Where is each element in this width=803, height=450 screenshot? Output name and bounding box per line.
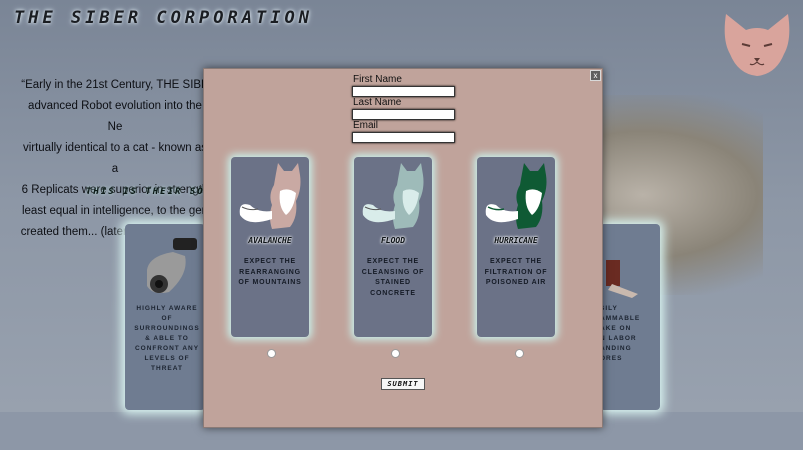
intro-line: virtually identical to a cat - known as … xyxy=(22,142,208,175)
card-text-line: AMMABLE xyxy=(600,315,641,322)
option-name: FLOOD xyxy=(380,236,406,245)
email-input[interactable] xyxy=(352,132,455,143)
card-text-line: SURROUNDINGS xyxy=(134,325,200,332)
card-text-line: N LABOR xyxy=(600,335,637,342)
option-card-hurricane[interactable]: HURRICANE EXPECT THE FILTRATION OF POISO… xyxy=(477,157,555,337)
card-text-line: OF xyxy=(161,315,173,322)
first-name-input[interactable] xyxy=(352,86,455,97)
security-camera-icon xyxy=(147,238,197,294)
cat-tail xyxy=(239,204,272,223)
card-text-line: HIGHLY AWARE xyxy=(136,305,198,312)
card-text-line: CONFRONT ANY xyxy=(134,345,200,352)
card-text-line: AKE ON xyxy=(600,325,632,332)
intro-line: advanced Robot evolution into the Ne xyxy=(28,100,202,133)
radio-avalanche[interactable] xyxy=(267,349,276,358)
card-text-line: LEVELS OF xyxy=(144,355,190,362)
cat-icon xyxy=(362,163,424,229)
card-text-line: THREAT xyxy=(151,365,183,372)
intro-line: least equal in intelligence, to the gen xyxy=(21,205,209,217)
background-card-right: SILY AMMABLE AKE ON N LABOR ANDING ORES xyxy=(600,224,660,410)
cat-icon xyxy=(239,163,301,229)
option-description: EXPECT THE FILTRATION OF POISONED AIR xyxy=(484,258,548,286)
intro-line: “Early in the 21st Century, THE SIBE xyxy=(21,79,209,91)
cat-tail xyxy=(362,204,395,223)
cat-icon xyxy=(485,163,547,229)
background-card-left: HIGHLY AWARE OF SURROUNDINGS & ABLE TO C… xyxy=(125,224,205,410)
radio-hurricane[interactable] xyxy=(515,349,524,358)
card-text-line: & ABLE TO xyxy=(145,335,189,342)
card-text-line: ORES xyxy=(600,355,623,362)
robot-hand-icon xyxy=(606,260,638,298)
last-name-label: Last Name xyxy=(353,97,402,108)
email-label: Email xyxy=(353,120,379,131)
option-description: EXPECT THE CLEANSING OF STAINED CONCRETE xyxy=(361,258,425,297)
site-title: THE SIBER CORPORATION xyxy=(14,8,313,28)
option-card-avalanche[interactable]: AVALANCHE EXPECT THE REARRANGING OF MOUN… xyxy=(231,157,309,337)
option-name: AVALANCHE xyxy=(248,236,292,245)
last-name-input[interactable] xyxy=(352,109,455,120)
first-name-label: First Name xyxy=(353,74,402,85)
radio-flood[interactable] xyxy=(391,349,400,358)
cat-logo-icon[interactable] xyxy=(722,10,792,78)
card-text-line: SILY xyxy=(600,305,618,312)
submit-button[interactable]: SUBMIT xyxy=(381,378,425,390)
card-text-line: ANDING xyxy=(600,345,632,352)
close-button[interactable]: x xyxy=(590,70,601,81)
option-name: HURRICANE xyxy=(494,236,538,245)
intro-text: “Early in the 21st Century, THE SIBE adv… xyxy=(20,75,210,243)
signup-modal: x First Name Last Name Email AVALANCHE E… xyxy=(203,68,603,428)
option-description: EXPECT THE REARRANGING OF MOUNTAINS xyxy=(238,258,302,286)
option-card-flood[interactable]: FLOOD EXPECT THE CLEANSING OF STAINED CO… xyxy=(354,157,432,337)
cat-tail xyxy=(485,204,518,223)
